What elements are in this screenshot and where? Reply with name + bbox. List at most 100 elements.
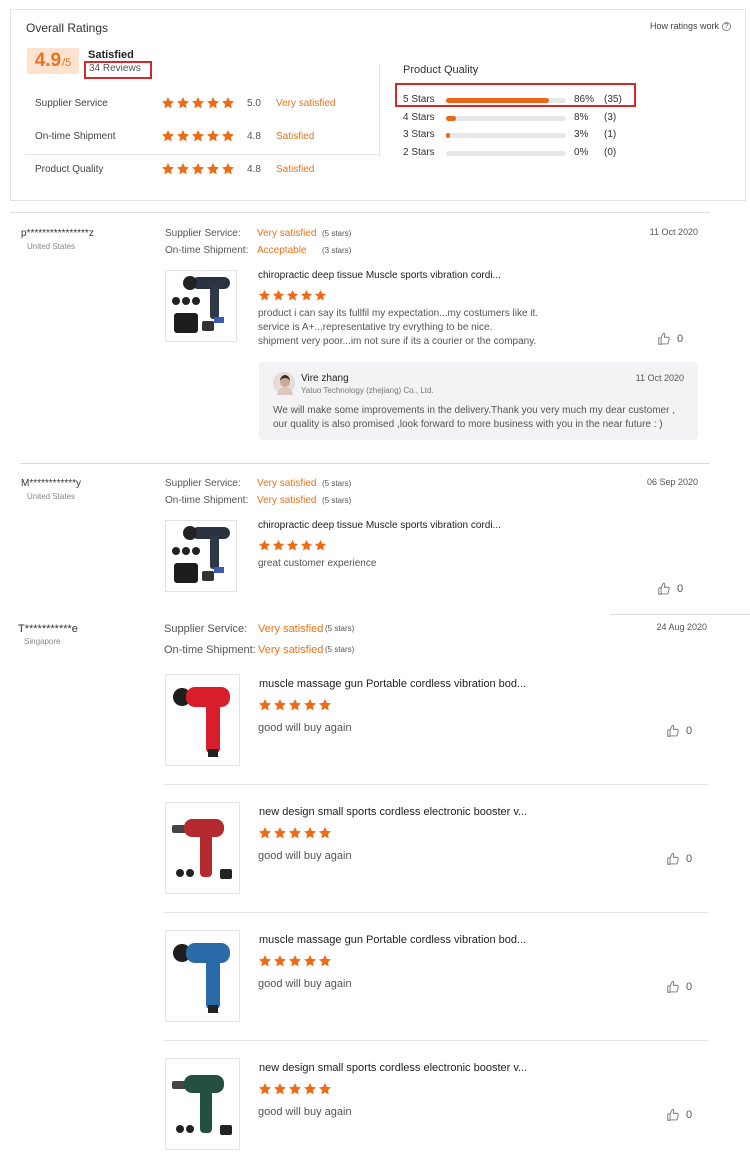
- product-thumbnail[interactable]: [165, 520, 237, 592]
- distribution-percent: 3%: [574, 129, 589, 140]
- product-image[interactable]: [166, 1059, 239, 1149]
- ratings-title: Overall Ratings: [26, 21, 109, 35]
- review-text: service is A+...representative try evryt…: [258, 322, 493, 333]
- star-icon: [161, 129, 175, 143]
- product-image[interactable]: [166, 931, 239, 1021]
- star-icon: [258, 539, 271, 552]
- product-title-link[interactable]: muscle massage gun Portable cordless vib…: [259, 934, 526, 946]
- star-icon: [318, 826, 332, 840]
- star-icon: [300, 539, 313, 552]
- distribution-count: (0): [604, 147, 617, 158]
- how-ratings-work-label: How ratings work: [649, 21, 719, 31]
- review-date: 06 Sep 2020: [646, 477, 698, 487]
- reply-name: Vire zhang: [301, 373, 349, 384]
- thumbs-up-icon: [666, 852, 680, 866]
- reviewer-country: Singapore: [24, 637, 61, 646]
- help-icon: ?: [722, 21, 731, 31]
- star-rating: [258, 954, 332, 968]
- star-icon: [288, 954, 302, 968]
- shipment-stars: (3 stars): [322, 246, 352, 255]
- shipment-stars: (5 stars): [322, 496, 352, 505]
- item-divider: [164, 912, 708, 913]
- star-icon: [176, 96, 190, 110]
- item-divider: [164, 1040, 708, 1041]
- like-count: 0: [686, 853, 693, 865]
- supplier-service-value: Very satisfied: [257, 478, 317, 489]
- like-count: 0: [686, 981, 693, 993]
- how-ratings-work-link[interactable]: How ratings work ?: [650, 21, 731, 31]
- review-text: good will buy again: [258, 850, 352, 862]
- star-icon: [303, 954, 317, 968]
- star-icon: [303, 1082, 317, 1096]
- star-rating: [258, 1082, 332, 1096]
- like-button[interactable]: 0: [666, 1108, 692, 1122]
- star-icon: [318, 698, 332, 712]
- rating-value: 4.8: [247, 164, 261, 175]
- sentiment-label: Satisfied: [88, 49, 134, 61]
- rating-text: Satisfied: [276, 131, 315, 142]
- product-image[interactable]: [166, 521, 236, 591]
- product-title-link[interactable]: muscle massage gun Portable cordless vib…: [259, 678, 526, 690]
- star-icon: [273, 954, 287, 968]
- overall-ratings-card: Overall Ratings How ratings work ? 4.9 /…: [10, 9, 746, 201]
- product-thumbnail[interactable]: [165, 270, 237, 342]
- review-divider: [20, 463, 710, 464]
- product-thumbnail[interactable]: [165, 930, 240, 1022]
- review-text: good will buy again: [258, 1106, 352, 1118]
- item-divider: [164, 784, 708, 785]
- star-icon: [273, 826, 287, 840]
- product-thumbnail[interactable]: [165, 674, 240, 766]
- star-rating: [258, 826, 332, 840]
- product-image[interactable]: [166, 675, 239, 765]
- rating-value: 5.0: [247, 98, 261, 109]
- supplier-service-stars: (5 stars): [322, 479, 352, 488]
- star-rating: [161, 129, 235, 143]
- reply-date: 11 Oct 2020: [635, 373, 684, 383]
- product-title-link[interactable]: new design small sports cordless electro…: [259, 1062, 527, 1074]
- distribution-count: (3): [604, 112, 617, 123]
- shipment-label: On-time Shipment:: [164, 644, 256, 656]
- distribution-percent: 8%: [574, 112, 589, 123]
- rating-text: Very satisfied: [276, 98, 336, 109]
- product-image[interactable]: [166, 803, 239, 893]
- product-title-link[interactable]: chiropractic deep tissue Muscle sports v…: [258, 520, 501, 531]
- thumbs-up-icon: [657, 332, 671, 346]
- shipment-value: Very satisfied: [258, 644, 324, 656]
- distribution-count: (35): [604, 94, 622, 105]
- like-button[interactable]: 0: [657, 582, 683, 596]
- review-text: great customer experience: [258, 558, 377, 569]
- supplier-service-value: Very satisfied: [258, 623, 324, 635]
- reviewer-name: T***********e: [18, 623, 78, 635]
- star-rating: [258, 289, 327, 302]
- thumbs-up-icon: [666, 724, 680, 738]
- avatar: [273, 372, 295, 395]
- review-divider: [10, 212, 710, 213]
- star-icon: [258, 698, 272, 712]
- product-thumbnail[interactable]: [165, 802, 240, 894]
- product-title-link[interactable]: chiropractic deep tissue Muscle sports v…: [258, 270, 501, 281]
- distribution-percent: 86%: [574, 94, 595, 105]
- star-icon: [221, 162, 235, 176]
- star-rating: [161, 162, 235, 176]
- star-icon: [191, 162, 205, 176]
- star-icon: [288, 1082, 302, 1096]
- like-button[interactable]: 0: [657, 332, 683, 346]
- star-icon: [258, 289, 271, 302]
- reviews-count-link[interactable]: 34 Reviews: [89, 63, 141, 74]
- thumbs-up-icon: [657, 582, 671, 596]
- like-button[interactable]: 0: [666, 980, 692, 994]
- product-title-link[interactable]: new design small sports cordless electro…: [259, 806, 527, 818]
- product-thumbnail[interactable]: [165, 1058, 240, 1150]
- review-text: product i can say its fullfil my expecta…: [258, 308, 539, 319]
- like-button[interactable]: 0: [666, 852, 692, 866]
- star-icon: [221, 96, 235, 110]
- like-button[interactable]: 0: [666, 724, 692, 738]
- star-icon: [272, 289, 285, 302]
- star-icon: [303, 698, 317, 712]
- thumbs-up-icon: [666, 980, 680, 994]
- star-icon: [176, 162, 190, 176]
- product-image[interactable]: [166, 271, 236, 341]
- like-count: 0: [686, 725, 693, 737]
- rating-label: Product Quality: [35, 164, 104, 175]
- supplier-service-stars: (5 stars): [322, 229, 352, 238]
